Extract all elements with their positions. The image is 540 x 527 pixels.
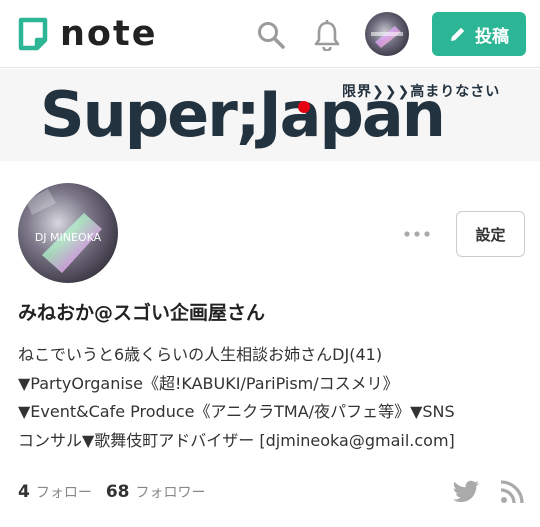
bio-line: ▼Event&Cafe Produce《アニクラTMA/夜パフェ等》▼SNS — [18, 402, 455, 421]
follow-label[interactable]: フォロー — [36, 482, 92, 502]
settings-button[interactable]: 設定 — [456, 211, 525, 257]
logo-text: note — [60, 14, 158, 54]
note-logo-icon — [18, 17, 48, 51]
more-icon[interactable] — [402, 226, 432, 242]
pencil-icon — [451, 27, 465, 41]
search-icon[interactable] — [256, 20, 286, 50]
header-avatar[interactable] — [365, 12, 409, 56]
avatar-image — [365, 12, 409, 56]
avatar-text: DJ MINEOKA — [35, 231, 102, 244]
bell-icon[interactable] — [312, 19, 342, 51]
bio-line: ▼PartyOrganise《超!KABUKI/PariPism/コスメリ》 — [18, 373, 399, 393]
note-logo[interactable]: note — [18, 16, 157, 52]
follower-count[interactable]: 68 — [106, 482, 130, 502]
post-button-label: 投稿 — [475, 26, 509, 47]
profile-bio: ねこでいうと6歳くらいの人生相談お姉さんDJ(41) ▼PartyOrganis… — [18, 341, 528, 455]
rss-icon[interactable] — [500, 480, 524, 504]
follower-label[interactable]: フォロワー — [136, 482, 206, 502]
bio-line: ねこでいうと6歳くらいの人生相談お姉さんDJ(41) — [18, 345, 383, 364]
follow-count[interactable]: 4 — [18, 482, 30, 502]
bio-line: コンサル▼歌舞伎町アドバイザー [djmineoka@gmail.com] — [18, 430, 455, 450]
banner-subtitle: 限界❯❯❯高まりなさい — [340, 81, 503, 101]
follow-stats: 4 フォロー 68 フォロワー — [18, 482, 220, 502]
post-button[interactable]: 投稿 — [432, 12, 526, 56]
profile-banner: Super;Japan 限界❯❯❯高まりなさい — [0, 69, 540, 161]
twitter-icon[interactable] — [452, 480, 480, 504]
profile-avatar[interactable]: DJ MINEOKA — [18, 183, 118, 283]
avatar-image: DJ MINEOKA — [18, 183, 118, 283]
profile-name: みねおか@スゴい企画屋さん — [18, 302, 266, 324]
header-bar: note 投稿 — [0, 0, 540, 68]
